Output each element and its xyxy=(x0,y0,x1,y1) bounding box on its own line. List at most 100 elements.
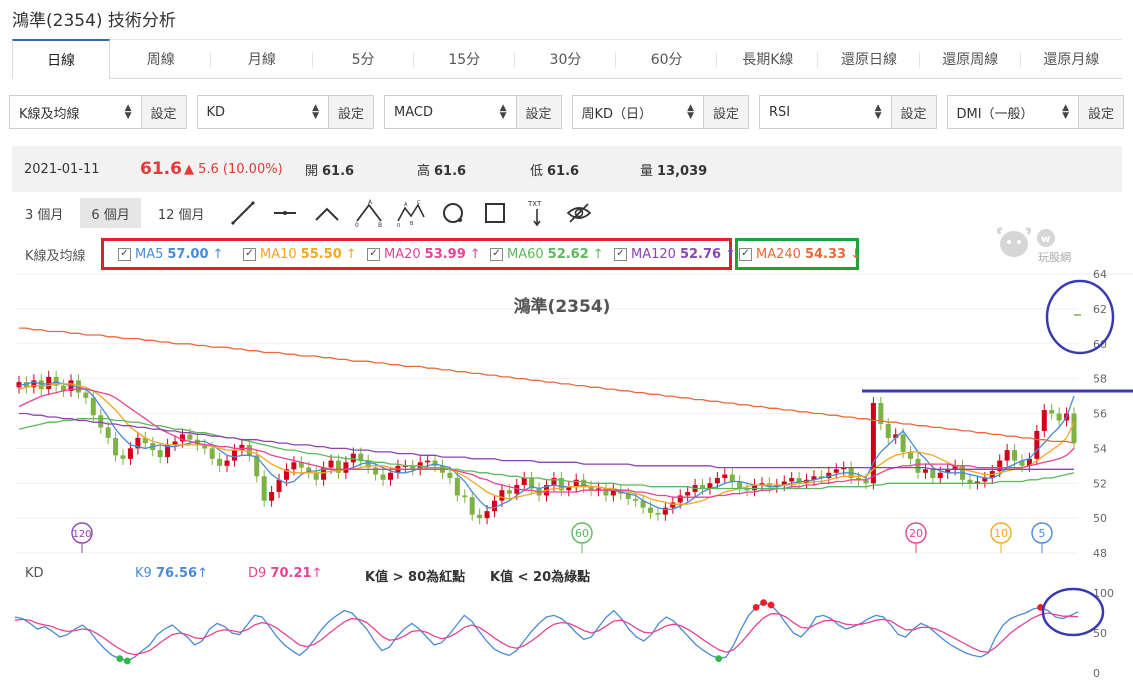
candle-body xyxy=(506,490,512,494)
candle-body xyxy=(328,460,334,468)
y-tick-label: 54 xyxy=(1093,442,1107,455)
candle-body xyxy=(224,460,230,466)
y-tick-label: 50 xyxy=(1093,512,1107,525)
y-tick-label: 48 xyxy=(1093,547,1107,560)
candle-body xyxy=(454,478,460,496)
candle-body xyxy=(648,507,654,513)
candle-body xyxy=(276,479,282,492)
candle-body xyxy=(1034,430,1040,459)
y-tick-label: 58 xyxy=(1093,373,1107,386)
candle-body xyxy=(387,472,393,480)
candle-body xyxy=(551,478,557,485)
candle-body xyxy=(38,380,44,390)
candle-body xyxy=(469,497,475,515)
annotation-circle-kd xyxy=(1041,587,1105,637)
candle-body xyxy=(447,472,453,479)
candle-body xyxy=(1056,413,1062,421)
candle-body xyxy=(499,490,505,501)
kd-k-label: K9 xyxy=(135,566,152,581)
candle-body xyxy=(462,495,468,498)
candle-body xyxy=(231,450,237,461)
candle-body xyxy=(685,491,691,496)
candle-body xyxy=(1049,410,1055,414)
y-tick-label: 52 xyxy=(1093,477,1107,490)
candle-body xyxy=(833,469,839,473)
kd-green-dot xyxy=(123,657,131,665)
candle-body xyxy=(1041,410,1047,431)
kd-d-label: D9 xyxy=(248,566,267,581)
candle-body xyxy=(655,512,661,515)
kd-k-legend: K9 76.56↑ xyxy=(135,566,208,581)
candle-body xyxy=(380,474,386,480)
candle-body xyxy=(1012,450,1018,461)
y-tick-label: 62 xyxy=(1093,303,1107,316)
candle-body xyxy=(105,427,111,438)
candle-body xyxy=(373,467,379,475)
ma-line-ma240 xyxy=(19,327,1075,444)
candle-body xyxy=(722,474,728,479)
marker-label: 60 xyxy=(575,527,589,540)
candle-body xyxy=(246,444,252,456)
candle-body xyxy=(239,444,245,451)
y-tick-label: 64 xyxy=(1093,268,1107,281)
kd-y-tick-label: 0 xyxy=(1093,667,1100,680)
candle-body xyxy=(269,491,275,501)
candle-body xyxy=(83,392,89,398)
kd-d-legend: D9 70.21↑ xyxy=(248,566,322,581)
kd-note-red: K值 > 80為紅點 xyxy=(365,570,466,585)
candle-body xyxy=(291,462,297,470)
candle-body xyxy=(885,423,891,438)
kd-d-arrow: ↑ xyxy=(311,566,323,581)
kd-k-arrow: ↑ xyxy=(197,566,208,581)
annotation-circle-price xyxy=(1045,279,1115,355)
candle-body xyxy=(633,498,639,501)
kd-d-value: 70.21 xyxy=(270,566,312,581)
candle-body xyxy=(350,453,356,463)
kd-note-green: K值 < 20為綠點 xyxy=(490,570,591,585)
chart-title: 鴻準(2354) xyxy=(514,296,611,317)
candle-body xyxy=(209,448,215,459)
candle-body xyxy=(729,474,735,482)
candle-body xyxy=(484,511,490,519)
candle-body xyxy=(90,397,96,416)
candle-body xyxy=(98,415,104,428)
kd-green-dot xyxy=(715,655,723,662)
y-tick-label: 56 xyxy=(1093,408,1107,421)
candle-body xyxy=(922,469,928,473)
candle-body xyxy=(1071,413,1077,444)
candle-body xyxy=(261,476,267,501)
candle-body xyxy=(937,472,943,479)
candle-body xyxy=(477,514,483,519)
kd-k-value: 76.56 xyxy=(155,566,198,581)
candle-body xyxy=(900,434,906,452)
candle-body xyxy=(1004,450,1010,461)
kd-red-dot xyxy=(752,604,760,611)
kd-green-dot xyxy=(116,655,124,662)
candle-body xyxy=(491,500,497,512)
kd-line-d9 xyxy=(14,612,1079,656)
candle-body xyxy=(217,458,223,466)
candle-body xyxy=(930,469,936,479)
candle-body xyxy=(187,434,193,440)
candle-body xyxy=(677,495,683,503)
candle-body xyxy=(425,460,431,463)
candle-body xyxy=(714,478,720,484)
marker-label: 20 xyxy=(909,527,923,540)
marker-label: 120 xyxy=(72,529,91,540)
candle-body xyxy=(113,437,119,456)
kd-title: KD xyxy=(25,566,44,581)
kd-line-k9 xyxy=(14,601,1079,662)
kd-red-dot xyxy=(760,599,767,606)
candle-body xyxy=(521,478,527,485)
marker-label: 5 xyxy=(1039,527,1046,540)
ma-line-ma60 xyxy=(18,418,1075,490)
candle-body xyxy=(120,455,126,459)
candle-body xyxy=(157,450,163,458)
candle-body xyxy=(313,472,319,480)
kd-red-dot xyxy=(767,601,775,609)
candle-body xyxy=(343,462,349,473)
candle-body xyxy=(789,478,795,482)
candle-body xyxy=(915,458,921,473)
marker-label: 10 xyxy=(994,527,1008,540)
candle-body xyxy=(127,448,133,459)
